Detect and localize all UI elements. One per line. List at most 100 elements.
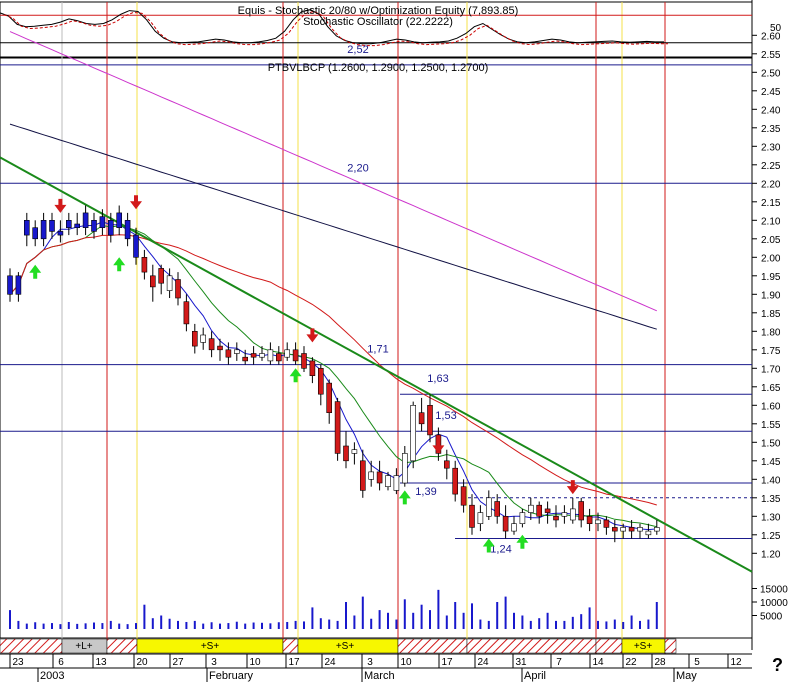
- candle-body: [410, 404, 417, 462]
- x-day-label: 17: [441, 657, 453, 668]
- candle-body: [284, 349, 291, 358]
- stock-chart: 2,522,201,711,631,531,391,24 2.602.552.5…: [0, 0, 788, 682]
- candle-body: [7, 275, 13, 295]
- x-day-label: 27: [172, 657, 184, 668]
- candle-body: [544, 508, 551, 513]
- candle-body: [343, 445, 349, 462]
- candle-body: [23, 220, 30, 236]
- signal-label-3: +S+: [634, 641, 653, 652]
- candle-body: [200, 334, 206, 343]
- level-label-2: 1,71: [367, 344, 388, 356]
- y-tick-label: 2.45: [761, 87, 781, 98]
- help-glyph[interactable]: ?: [772, 655, 783, 676]
- candle-body: [578, 501, 585, 521]
- x-month-label: March: [364, 670, 395, 682]
- level-label-3: 1,63: [427, 373, 448, 385]
- candle-body: [141, 256, 148, 273]
- y-tick-label: 1.95: [761, 272, 781, 283]
- candle-body: [477, 512, 484, 524]
- y-tick-label: 1.30: [761, 512, 781, 523]
- candle-body: [443, 460, 450, 469]
- candle-body: [74, 223, 80, 228]
- y-tick-label: 1.55: [761, 420, 781, 431]
- candle-body: [653, 527, 660, 532]
- candle-body: [225, 349, 232, 358]
- y-tick-label: 2.10: [761, 216, 781, 227]
- candle-body: [637, 527, 643, 532]
- signal-label-0: +L+: [75, 641, 92, 652]
- candle-body: [511, 523, 517, 532]
- candle-body: [628, 527, 635, 532]
- candle-body: [57, 231, 64, 236]
- candle-body: [242, 356, 248, 362]
- x-month-label: 2003: [40, 670, 64, 682]
- candle-body: [49, 220, 55, 232]
- y-tick-label: 2.05: [761, 235, 781, 246]
- candle-body: [133, 234, 139, 258]
- candle-body: [494, 501, 501, 517]
- candle-body: [192, 330, 198, 347]
- y-tick-label: 1.25: [761, 531, 781, 542]
- y-tick-label: 2.50: [761, 68, 781, 79]
- candle-body: [301, 353, 307, 369]
- candle-body: [334, 401, 341, 454]
- volume-tick-label: 5000: [760, 612, 783, 623]
- y-tick-label: 1.45: [761, 457, 781, 468]
- x-day-label: 20: [136, 657, 148, 668]
- volume-tick-label: 15000: [760, 585, 788, 596]
- x-day-label: 22: [625, 657, 637, 668]
- candle-body: [460, 486, 467, 506]
- signal-band-10: [664, 638, 677, 654]
- signal-band-4: [282, 638, 299, 654]
- candle-body: [150, 275, 156, 288]
- x-month-label: April: [524, 670, 546, 682]
- x-day-label: 6: [58, 657, 64, 668]
- candle-body: [418, 412, 425, 425]
- candle-body: [595, 519, 601, 525]
- y-tick-label: 1.75: [761, 346, 781, 357]
- candle-body: [108, 220, 114, 236]
- candle-body: [40, 220, 47, 240]
- candle-body: [469, 504, 475, 528]
- y-tick-label: 2.00: [761, 253, 781, 264]
- x-day-label: 13: [95, 657, 107, 668]
- level-label-5: 1,39: [415, 486, 436, 498]
- y-tick-label: 2.55: [761, 50, 781, 61]
- x-day-label: 28: [654, 657, 666, 668]
- candle-body: [267, 349, 274, 362]
- signal-label-1: +S+: [201, 641, 220, 652]
- candle-body: [502, 515, 509, 532]
- candle-body: [175, 279, 181, 299]
- candle-body: [217, 345, 223, 351]
- candle-body: [166, 275, 173, 291]
- candle-body: [292, 349, 299, 362]
- candle-body: [250, 353, 257, 358]
- candle-body: [359, 460, 366, 491]
- x-day-label: 31: [515, 657, 527, 668]
- candle-body: [393, 475, 400, 491]
- candle-body: [527, 504, 534, 513]
- y-tick-label: 1.85: [761, 309, 781, 320]
- candle-body: [82, 212, 89, 228]
- candle-body: [309, 360, 316, 376]
- candle-body: [645, 530, 652, 536]
- candle-body: [32, 227, 39, 240]
- stoch-subtitle: Stochastic Oscillator (22.2222): [303, 16, 453, 28]
- y-tick-label: 1.65: [761, 383, 781, 394]
- y-tick-label: 1.70: [761, 364, 781, 375]
- x-month-label: May: [676, 670, 697, 682]
- candle-body: [385, 475, 391, 488]
- candle-body: [234, 349, 240, 354]
- candle-body: [586, 515, 593, 524]
- y-tick-label: 1.80: [761, 327, 781, 338]
- signal-band-8: [595, 638, 623, 654]
- candle-body: [116, 212, 122, 228]
- candle-body: [561, 512, 568, 517]
- candle-body: [401, 453, 408, 484]
- candle-body: [452, 467, 459, 495]
- candle-body: [208, 338, 215, 351]
- candle-body: [427, 404, 433, 436]
- candle-body: [259, 353, 265, 358]
- candle-body: [603, 519, 610, 528]
- y-tick-label: 2.20: [761, 179, 781, 190]
